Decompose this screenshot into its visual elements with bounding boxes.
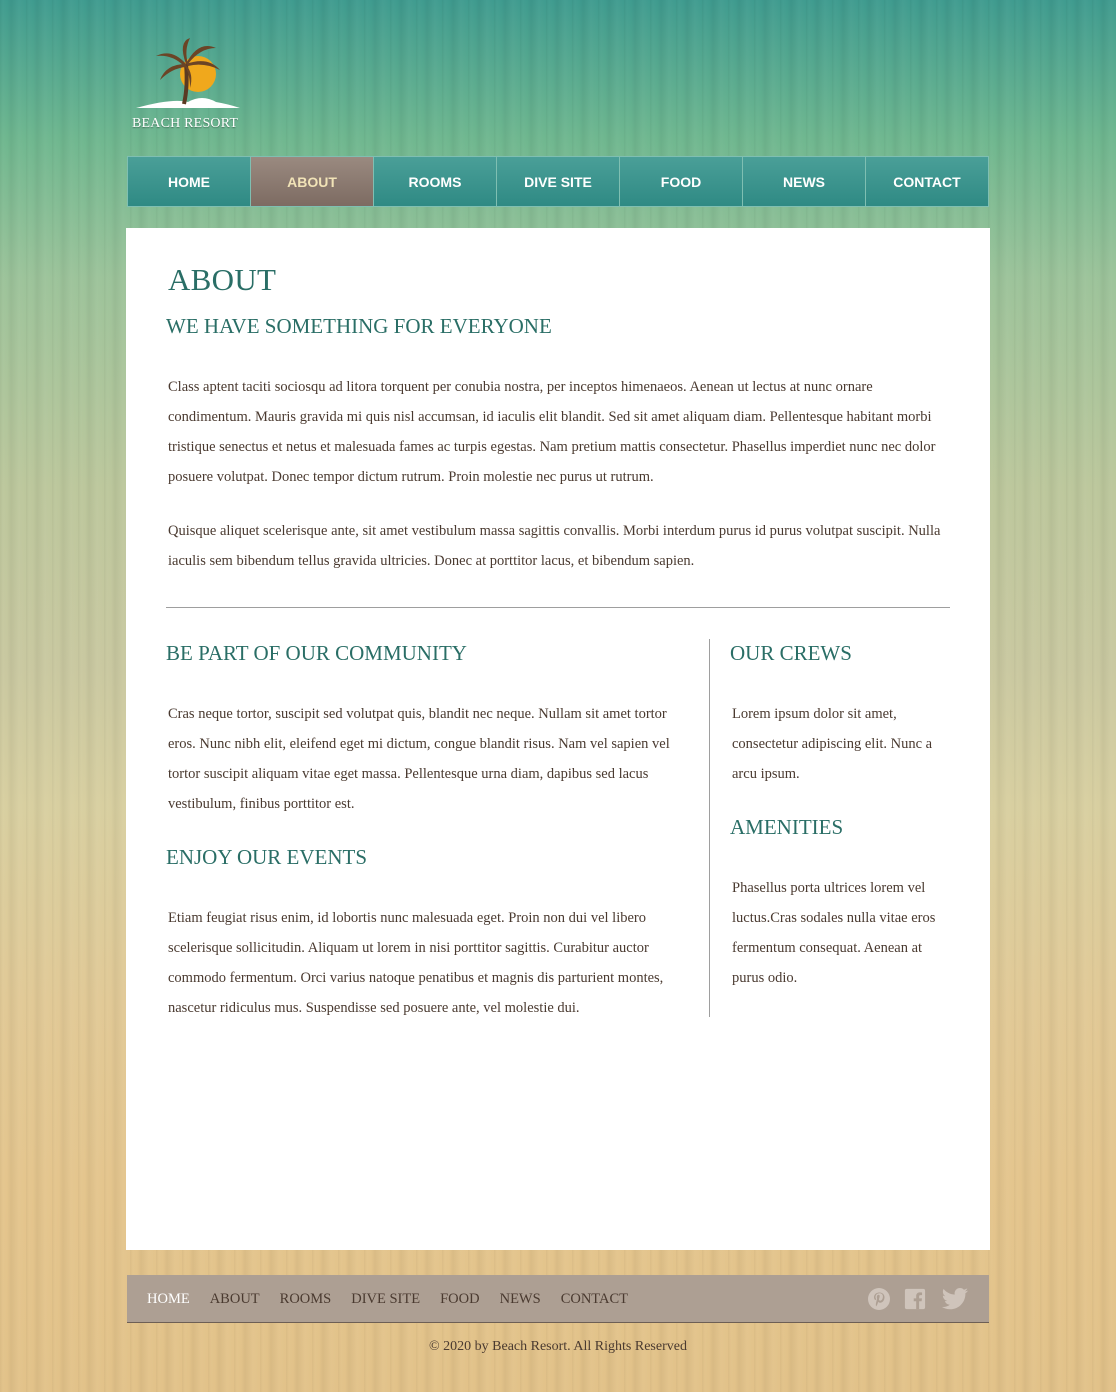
footer-nav: HOME ABOUT ROOMS DIVE SITE FOOD NEWS CON… (147, 1275, 648, 1323)
footer-link-home[interactable]: HOME (147, 1291, 190, 1308)
section-divider (166, 607, 950, 608)
nav-food[interactable]: FOOD (620, 157, 743, 206)
nav-news[interactable]: NEWS (743, 157, 866, 206)
column-divider (709, 639, 710, 1017)
palm-tree-sun-icon (136, 38, 240, 108)
events-text: Etiam feugiat risus enim, id lobortis nu… (168, 910, 664, 1016)
intro-heading: WE HAVE SOMETHING FOR EVERYONE (166, 314, 552, 338)
footer-link-dive-site[interactable]: DIVE SITE (351, 1291, 420, 1308)
footer-link-news[interactable]: NEWS (500, 1291, 541, 1308)
community-heading: BE PART OF OUR COMMUNITY (166, 641, 467, 665)
nav-dive-site[interactable]: DIVE SITE (497, 157, 620, 206)
crews-heading: OUR CREWS (730, 641, 852, 665)
crews-text: Lorem ipsum dolor sit amet, consectetur … (732, 706, 933, 782)
footer-link-food[interactable]: FOOD (440, 1291, 479, 1308)
community-text: Cras neque tortor, suscipit sed volutpat… (168, 706, 670, 812)
nav-contact[interactable]: CONTACT (866, 157, 988, 206)
content-panel: ABOUT WE HAVE SOMETHING FOR EVERYONE Cla… (126, 228, 990, 1250)
main-nav: HOME ABOUT ROOMS DIVE SITE FOOD NEWS CON… (127, 156, 989, 207)
page-title: ABOUT (168, 262, 277, 297)
footer-bar: HOME ABOUT ROOMS DIVE SITE FOOD NEWS CON… (127, 1275, 989, 1323)
facebook-icon[interactable] (904, 1287, 926, 1311)
amenities-text: Phasellus porta ultrices lorem vel luctu… (732, 880, 936, 986)
footer-link-rooms[interactable]: ROOMS (280, 1291, 332, 1308)
footer-link-contact[interactable]: CONTACT (561, 1291, 628, 1308)
intro-paragraph-1: Class aptent taciti sociosqu ad litora t… (168, 379, 936, 485)
logo[interactable]: BEACH RESORT (128, 34, 246, 134)
brand-name: BEACH RESORT (132, 116, 239, 131)
nav-rooms[interactable]: ROOMS (374, 157, 497, 206)
amenities-heading: AMENITIES (730, 815, 844, 839)
nav-home[interactable]: HOME (128, 157, 251, 206)
events-heading: ENJOY OUR EVENTS (166, 845, 368, 869)
footer-link-about[interactable]: ABOUT (210, 1291, 260, 1308)
nav-about[interactable]: ABOUT (251, 157, 374, 206)
twitter-icon[interactable] (941, 1287, 969, 1311)
pinterest-icon[interactable] (867, 1287, 891, 1311)
copyright-text: © 2020 by Beach Resort. All Rights Reser… (429, 1339, 687, 1354)
intro-paragraph-2: Quisque aliquet scelerisque ante, sit am… (168, 523, 941, 569)
